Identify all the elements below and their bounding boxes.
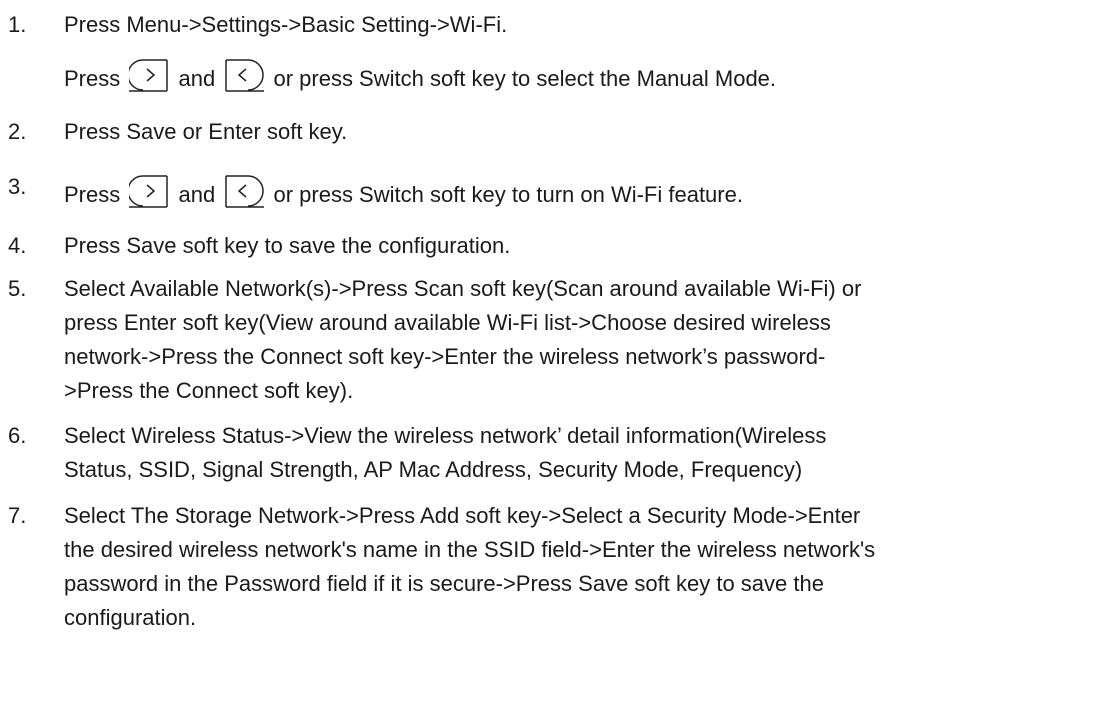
step-6-line-1: Select Wireless Status->View the wireles… bbox=[64, 423, 827, 448]
step-5-line-2: press Enter soft key(View around availab… bbox=[64, 310, 831, 335]
step-7-line-4: configuration. bbox=[64, 605, 197, 630]
step-4-number: 4. bbox=[8, 233, 27, 258]
step-1-number: 1. bbox=[8, 12, 27, 37]
step-1-sub-middle: and bbox=[178, 66, 216, 91]
step-3-subline: Press and or press Switch soft key to tu… bbox=[64, 174, 743, 208]
instruction-document: 1. Press Menu->Settings->Basic Setting->… bbox=[0, 0, 1102, 704]
step-5-line-4: >Press the Connect soft key). bbox=[64, 378, 354, 403]
right-arrow-key-icon bbox=[129, 58, 169, 92]
step-2-number: 2. bbox=[8, 119, 27, 144]
step-7-number: 7. bbox=[8, 503, 27, 528]
left-arrow-key-icon bbox=[224, 174, 265, 208]
step-5-number: 5. bbox=[8, 276, 27, 301]
step-6-number: 6. bbox=[8, 423, 27, 448]
step-7-line-1: Select The Storage Network->Press Add so… bbox=[64, 503, 861, 528]
step-4-text: Press Save soft key to save the configur… bbox=[64, 233, 511, 258]
step-3-sub-suffix: or press Switch soft key to turn on Wi-F… bbox=[273, 182, 743, 207]
right-arrow-key-icon bbox=[129, 174, 169, 208]
step-3-sub-middle: and bbox=[178, 182, 216, 207]
step-5-line-3: network->Press the Connect soft key->Ent… bbox=[64, 344, 826, 369]
step-1-sub-suffix: or press Switch soft key to select the M… bbox=[273, 66, 777, 91]
step-7-line-2: the desired wireless network's name in t… bbox=[64, 537, 876, 562]
step-2-text: Press Save or Enter soft key. bbox=[64, 119, 348, 144]
step-1-sub-prefix: Press bbox=[64, 66, 121, 91]
step-3-sub-prefix: Press bbox=[64, 182, 121, 207]
step-1-text: Press Menu->Settings->Basic Setting->Wi-… bbox=[64, 12, 508, 37]
step-5-line-1: Select Available Network(s)->Press Scan … bbox=[64, 276, 862, 301]
step-1-subline: Press and or press Switch soft key to se… bbox=[64, 58, 776, 92]
step-3-number: 3. bbox=[8, 174, 27, 199]
step-7-line-3: password in the Password field if it is … bbox=[64, 571, 824, 596]
step-6-line-2: Status, SSID, Signal Strength, AP Mac Ad… bbox=[64, 457, 803, 482]
left-arrow-key-icon bbox=[224, 58, 265, 92]
